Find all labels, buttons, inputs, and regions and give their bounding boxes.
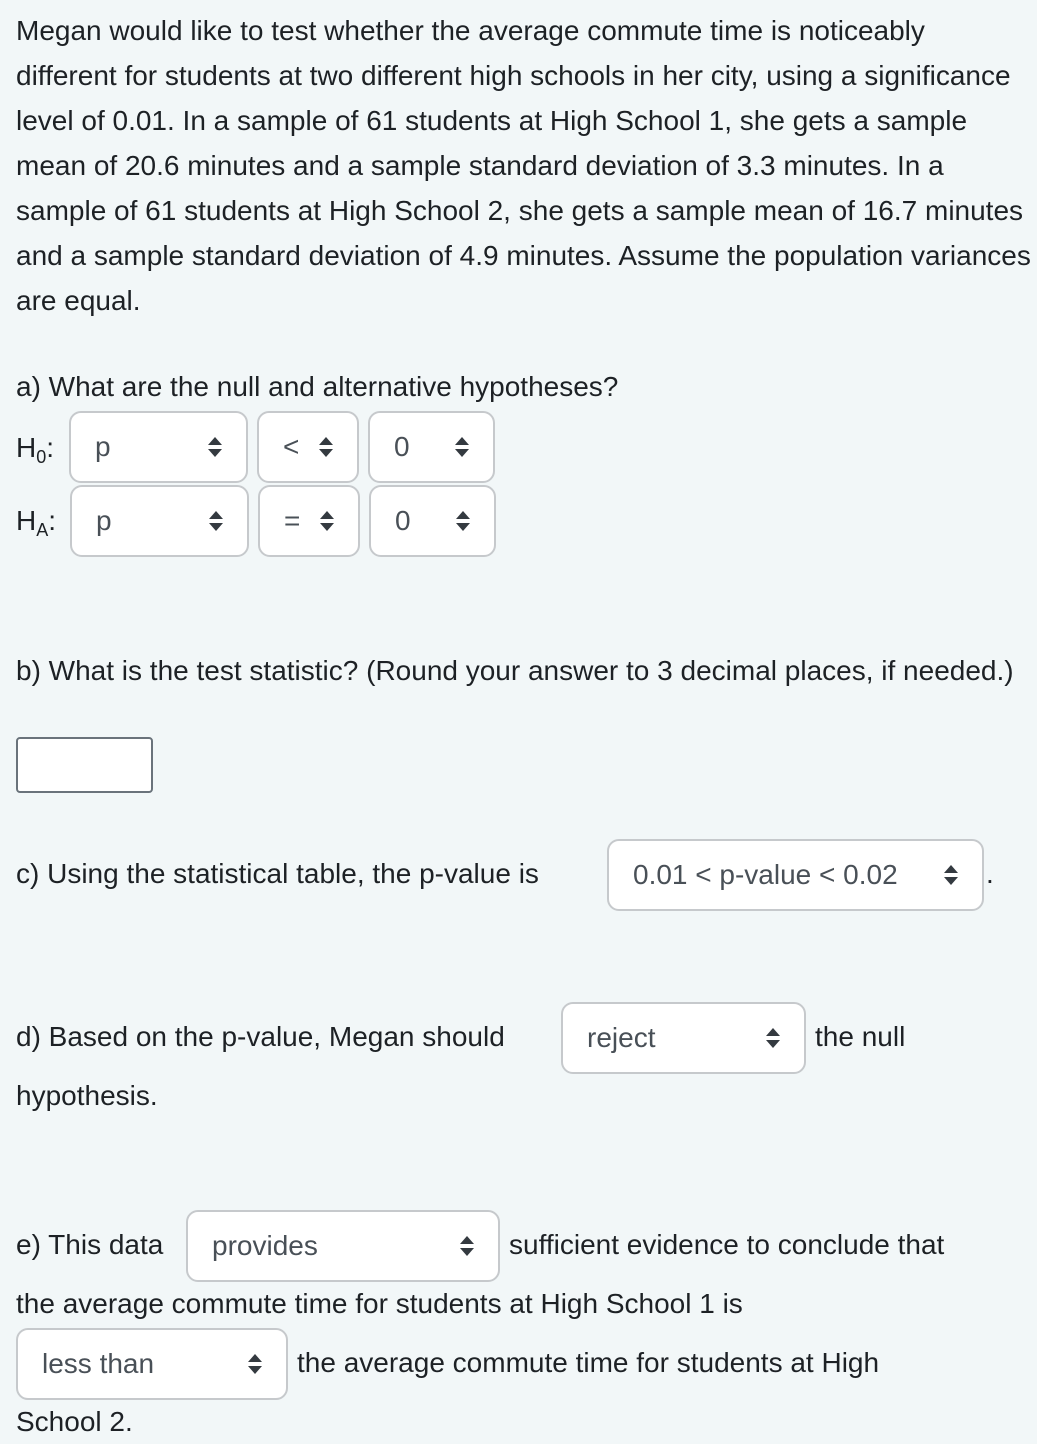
- ha-label-sub: A: [36, 520, 49, 540]
- p-value-selected: 0.01 < p-value < 0.02: [633, 859, 898, 890]
- h0-label-sub: 0: [36, 447, 47, 467]
- part-e-prefix: e) This data: [16, 1229, 164, 1260]
- select-arrows-icon: [248, 1354, 262, 1374]
- part-d-prefix: d) Based on the p-value, Megan should: [16, 1021, 505, 1052]
- problem-statement: Megan would like to test whether the ave…: [16, 15, 1031, 316]
- part-a-question: a) What are the null and alternative hyp…: [16, 371, 619, 402]
- h0-label-main: H: [16, 432, 37, 463]
- part-d-line2: hypothesis.: [16, 1080, 158, 1111]
- part-e-line4: School 2.: [16, 1406, 133, 1437]
- select-arrows-icon: [208, 437, 222, 457]
- h0-colon: :: [46, 432, 55, 463]
- comparison-select[interactable]: less than: [16, 1328, 288, 1400]
- evidence-select[interactable]: provides: [186, 1210, 500, 1282]
- ha-parameter-select[interactable]: p: [70, 485, 249, 557]
- select-arrows-icon: [944, 865, 958, 885]
- decision-select[interactable]: reject: [561, 1002, 806, 1074]
- evidence-selected: provides: [212, 1230, 318, 1261]
- ha-operator-select[interactable]: =: [258, 485, 360, 557]
- decision-selected: reject: [587, 1022, 656, 1053]
- part-e-mid2: the average commute time for students at…: [297, 1347, 880, 1378]
- part-c-prefix: c) Using the statistical table, the p-va…: [16, 858, 539, 889]
- p-value-select[interactable]: 0.01 < p-value < 0.02: [607, 839, 984, 911]
- ha-colon: :: [48, 505, 57, 536]
- ha-value-select[interactable]: 0: [369, 485, 496, 557]
- h0-operator-select[interactable]: <: [257, 411, 359, 483]
- ha-label: HA:: [16, 505, 56, 541]
- h0-operator-value: <: [283, 431, 300, 462]
- ha-label-main: H: [16, 505, 37, 536]
- h0-value-value: 0: [394, 431, 410, 462]
- ha-parameter-value: p: [96, 505, 112, 536]
- h0-value-select[interactable]: 0: [368, 411, 495, 483]
- part-e-mid1: sufficient evidence to conclude that: [509, 1229, 945, 1260]
- select-arrows-icon: [766, 1028, 780, 1048]
- select-arrows-icon: [455, 437, 469, 457]
- part-e-line2: the average commute time for students at…: [16, 1288, 743, 1319]
- part-b-question: b) What is the test statistic? (Round yo…: [16, 655, 1014, 686]
- part-d-suffix: the null: [815, 1021, 906, 1052]
- part-c-suffix: .: [986, 858, 994, 889]
- select-arrows-icon: [456, 511, 470, 531]
- h0-label: H0:: [16, 432, 54, 468]
- h0-parameter-select[interactable]: p: [69, 411, 248, 483]
- comparison-selected: less than: [42, 1348, 155, 1379]
- ha-value-value: 0: [395, 505, 411, 536]
- select-arrows-icon: [460, 1236, 474, 1256]
- test-statistic-input[interactable]: [16, 737, 153, 793]
- select-arrows-icon: [320, 511, 334, 531]
- ha-operator-value: =: [284, 505, 301, 536]
- h0-parameter-value: p: [95, 431, 111, 462]
- select-arrows-icon: [209, 511, 223, 531]
- select-arrows-icon: [319, 437, 333, 457]
